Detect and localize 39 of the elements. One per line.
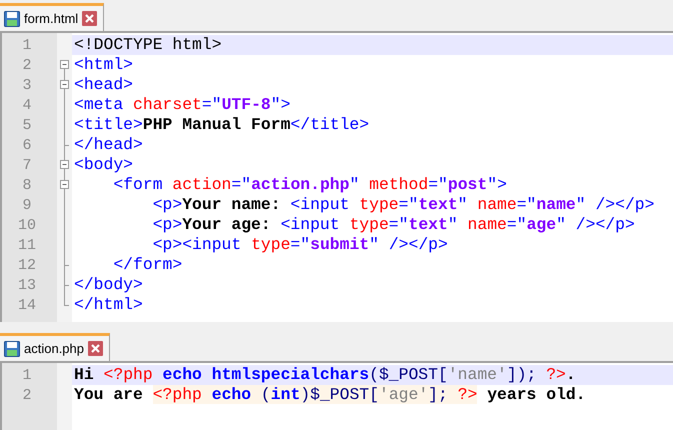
file-tab[interactable]: form.html bbox=[0, 3, 104, 31]
code-line: </html> bbox=[73, 295, 144, 315]
code-line: </body> bbox=[73, 275, 144, 295]
code-line: <p>Your age: <input type="text" name="age" /></p> bbox=[152, 215, 636, 235]
code-line: <title>PHP Manual Form</title> bbox=[73, 115, 370, 135]
line-number: 3 bbox=[21, 76, 32, 94]
line-number: 2 bbox=[21, 56, 32, 74]
code-editor[interactable]: 1 Hi <?php echo htmlspecialchars($_POST['name']); ?>. 2 You are <?php echo (int)$_POST['age']; ?> years old. bbox=[0, 363, 673, 430]
code-line: <p>Your name: <input type="text" name="name" /></p> bbox=[152, 195, 656, 215]
code-line: <html> bbox=[73, 55, 134, 75]
line-number: 11 bbox=[16, 236, 37, 254]
line-number: 1 bbox=[21, 366, 32, 384]
line-number: 8 bbox=[21, 176, 32, 194]
code-line: <form action="action.php" method="post"> bbox=[112, 175, 508, 195]
code-line: <body> bbox=[73, 155, 134, 175]
line-number: 6 bbox=[21, 136, 32, 154]
code-line: <p><input type="submit" /></p> bbox=[152, 235, 449, 255]
code-line: <meta charset="UTF-8"> bbox=[73, 95, 292, 115]
line-number: 5 bbox=[21, 116, 32, 134]
fold-marker-icon[interactable] bbox=[58, 75, 71, 95]
line-number: 4 bbox=[21, 96, 32, 114]
code-editor[interactable] bbox=[0, 33, 673, 322]
fold-marker-icon[interactable] bbox=[58, 175, 71, 195]
line-number: 13 bbox=[16, 276, 37, 294]
fold-marker-icon[interactable] bbox=[58, 155, 71, 175]
close-icon[interactable] bbox=[82, 11, 98, 26]
code-line: You are <?php echo (int)$_POST['age']; ?> years old. bbox=[73, 385, 587, 405]
close-icon[interactable] bbox=[88, 341, 103, 356]
code-line: <head> bbox=[73, 75, 134, 95]
line-number: 12 bbox=[16, 256, 37, 274]
line-number: 9 bbox=[21, 196, 32, 214]
line-number: 14 bbox=[16, 296, 37, 314]
line-number: 1 bbox=[21, 36, 32, 54]
file-tab[interactable]: action.php bbox=[0, 333, 110, 361]
code-line: </head> bbox=[73, 135, 144, 155]
line-number: 7 bbox=[21, 156, 32, 174]
line-number: 10 bbox=[16, 216, 37, 234]
line-number: 2 bbox=[21, 386, 32, 404]
code-line: </form> bbox=[112, 255, 184, 275]
